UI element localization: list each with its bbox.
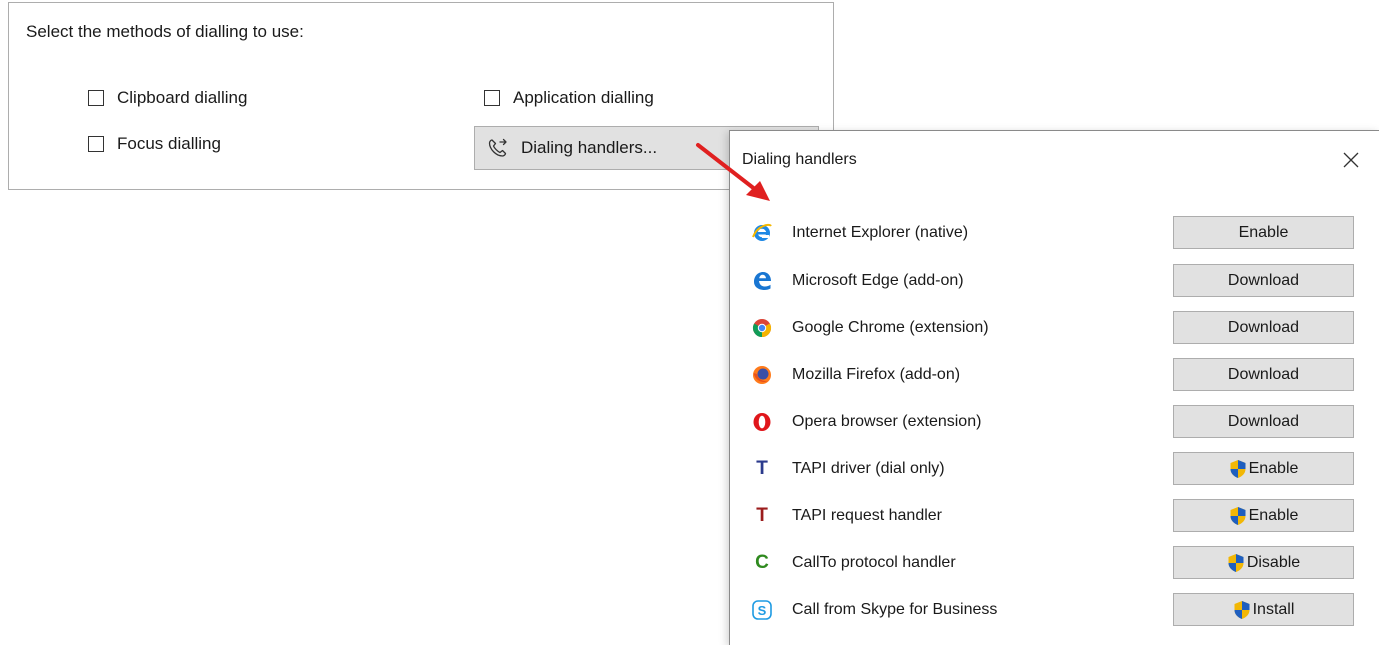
button-label: Download (1227, 318, 1300, 336)
button-label: Enable (1248, 506, 1299, 524)
handler-row-tapi-driver: T TAPI driver (dial only) Enable (730, 449, 1379, 489)
dialing-handlers-button-label: Dialing handlers... (521, 138, 658, 157)
dialing-handlers-dialog: Dialing handlers Internet Explorer (nati… (729, 130, 1379, 645)
uac-shield-icon (1228, 553, 1244, 572)
button-label: Enable (1248, 459, 1299, 477)
button-label: Download (1227, 365, 1300, 383)
handler-label: TAPI driver (dial only) (792, 460, 945, 477)
handler-label: Google Chrome (extension) (792, 319, 989, 336)
handler-row-callto: C CallTo protocol handler Disable (730, 543, 1379, 583)
checkbox-box[interactable] (484, 90, 500, 106)
handler-row-mozilla-firefox: Mozilla Firefox (add-on) Download (730, 355, 1379, 395)
internet-explorer-icon (751, 222, 773, 244)
button-label: Enable (1238, 223, 1289, 241)
checkbox-label: Focus dialling (117, 134, 221, 153)
uac-shield-icon (1230, 506, 1246, 525)
skype-icon: S (751, 599, 773, 621)
handler-label: Internet Explorer (native) (792, 224, 969, 241)
checkbox-box[interactable] (88, 136, 104, 152)
handler-label: Microsoft Edge (add-on) (792, 272, 964, 289)
download-button[interactable]: Download (1173, 405, 1354, 438)
download-button[interactable]: Download (1173, 264, 1354, 297)
download-button[interactable]: Download (1173, 358, 1354, 391)
callto-icon: C (751, 552, 773, 574)
callto-letter: C (755, 552, 769, 573)
panel-title: Select the methods of dialling to use: (26, 22, 304, 41)
microsoft-edge-icon (751, 270, 773, 292)
handler-label: CallTo protocol handler (792, 554, 956, 571)
svg-text:S: S (758, 603, 767, 618)
disable-button[interactable]: Disable (1173, 546, 1354, 579)
opera-icon (751, 411, 773, 433)
handler-row-tapi-request: T TAPI request handler Enable (730, 496, 1379, 536)
handler-label: Call from Skype for Business (792, 601, 998, 618)
handler-row-google-chrome: Google Chrome (extension) Download (730, 308, 1379, 348)
download-button[interactable]: Download (1173, 311, 1354, 344)
button-label: Install (1252, 600, 1295, 618)
button-label: Download (1227, 412, 1300, 430)
tapi-request-letter: T (756, 505, 768, 526)
button-label: Download (1227, 271, 1300, 289)
enable-button[interactable]: Enable (1173, 452, 1354, 485)
handler-label: TAPI request handler (792, 507, 943, 524)
handler-label: Mozilla Firefox (add-on) (792, 366, 961, 383)
tapi-request-icon: T (751, 505, 773, 527)
clipboard-dialling-checkbox[interactable]: Clipboard dialling (88, 88, 247, 108)
enable-button[interactable]: Enable (1173, 499, 1354, 532)
handler-row-skype: S Call from Skype for Business Install (730, 590, 1379, 630)
callout-arrow (696, 143, 770, 201)
checkbox-box[interactable] (88, 90, 104, 106)
handler-label: Opera browser (extension) (792, 413, 982, 430)
button-label: Disable (1246, 553, 1301, 571)
mozilla-firefox-icon (751, 364, 773, 386)
handler-row-opera: Opera browser (extension) Download (730, 402, 1379, 442)
tapi-driver-letter: T (756, 458, 768, 479)
focus-dialling-checkbox[interactable]: Focus dialling (88, 134, 221, 154)
application-dialling-checkbox[interactable]: Application dialling (484, 88, 654, 108)
checkbox-label: Application dialling (513, 88, 654, 107)
install-button[interactable]: Install (1173, 593, 1354, 626)
handler-row-microsoft-edge: Microsoft Edge (add-on) Download (730, 261, 1379, 301)
uac-shield-icon (1230, 459, 1246, 478)
enable-button[interactable]: Enable (1173, 216, 1354, 249)
uac-shield-icon (1234, 600, 1250, 619)
checkbox-label: Clipboard dialling (117, 88, 248, 107)
tapi-driver-icon: T (751, 458, 773, 480)
handler-row-internet-explorer: Internet Explorer (native) Enable (730, 213, 1379, 253)
close-icon (1343, 152, 1359, 168)
google-chrome-icon (751, 317, 773, 339)
phone-forward-icon (488, 138, 507, 157)
close-button[interactable] (1336, 145, 1366, 175)
